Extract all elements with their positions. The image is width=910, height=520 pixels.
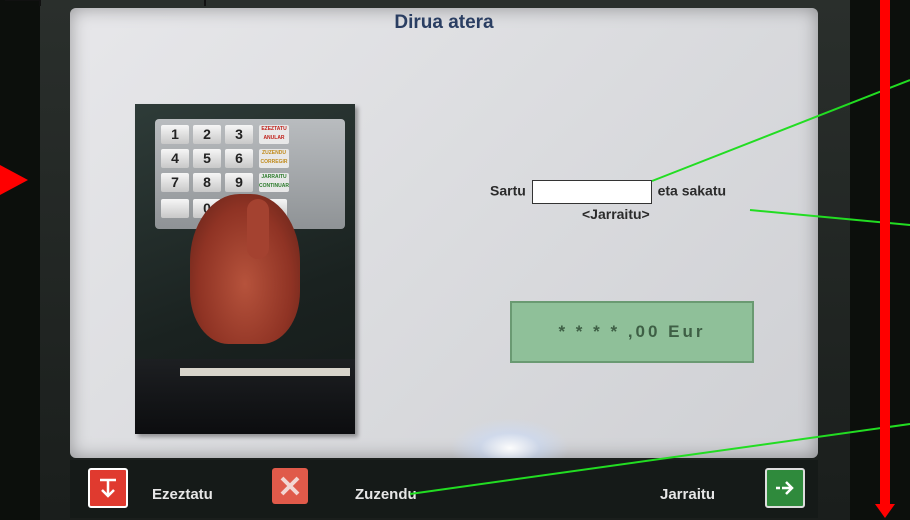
annotation-arrow-right-icon bbox=[0, 165, 28, 195]
annotation-lines bbox=[5, 0, 910, 495]
annotation-red-line bbox=[880, 0, 890, 508]
annotation-arrow-down-icon bbox=[875, 504, 895, 518]
top-corner-mark bbox=[5, 0, 41, 6]
callout-line-bottom bbox=[409, 423, 910, 495]
callout-line-top bbox=[651, 79, 910, 182]
